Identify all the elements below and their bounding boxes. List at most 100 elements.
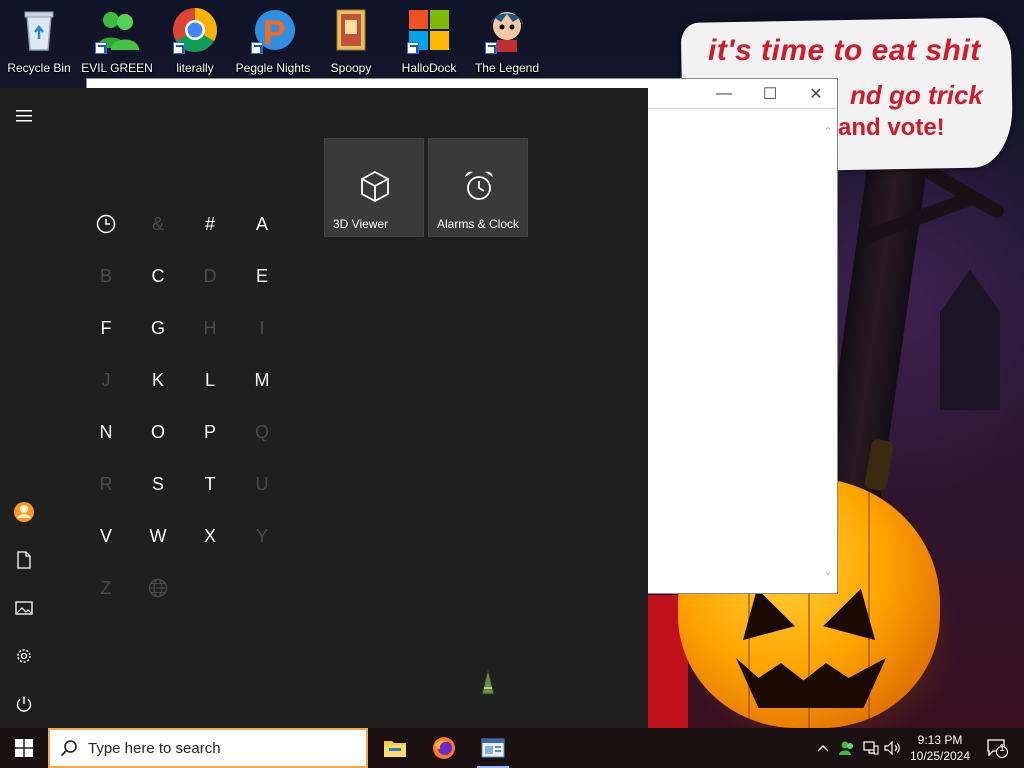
- speech-line-2: nd go trick: [850, 80, 983, 110]
- letter-x[interactable]: X: [184, 510, 236, 562]
- document-icon: [17, 551, 31, 569]
- chrome-icon: [171, 6, 219, 54]
- taskbar-firefox[interactable]: [420, 728, 468, 768]
- desktop-icon-label: The Legend: [474, 61, 540, 75]
- letter-c[interactable]: C: [132, 250, 184, 302]
- network-button[interactable]: [862, 738, 880, 758]
- shortcut-arrow-icon: [173, 42, 185, 54]
- letter-p[interactable]: P: [184, 406, 236, 458]
- letter-o[interactable]: O: [132, 406, 184, 458]
- letter-b: B: [99, 265, 112, 286]
- tile-label: Alarms & Clock: [437, 217, 520, 231]
- letter-j: J: [101, 369, 111, 390]
- letter-ampersand: &: [151, 213, 164, 234]
- desktop-icon-recycle-bin[interactable]: Recycle Bin: [0, 4, 78, 88]
- app-window-icon: [481, 738, 505, 758]
- desktop-icon-evil-green[interactable]: EVIL GREEN: [78, 4, 156, 88]
- speech-line-1: it's time to eat shit: [708, 34, 981, 67]
- letter-k[interactable]: K: [132, 354, 184, 406]
- search-placeholder: Type here to search: [88, 739, 221, 757]
- notification-count: 1: [999, 743, 1005, 754]
- letter-d: D: [203, 265, 217, 286]
- expand-menu-button[interactable]: [0, 92, 48, 140]
- tray-people-app[interactable]: [838, 738, 856, 758]
- desktop-icon-literally[interactable]: literally: [156, 4, 234, 88]
- show-hidden-icons-button[interactable]: [814, 738, 832, 758]
- desktop-icon-label: Peggle Nights: [235, 61, 311, 75]
- shortcut-arrow-icon: [251, 42, 263, 54]
- settings-button[interactable]: [0, 632, 48, 680]
- desktop-icon-hallodock[interactable]: HalloDock: [390, 4, 468, 88]
- pictures-button[interactable]: [0, 584, 48, 632]
- letter-v[interactable]: V: [80, 510, 132, 562]
- scroll-down-icon[interactable]: ⌄: [821, 565, 835, 579]
- letter-f[interactable]: F: [80, 302, 132, 354]
- wallpaper-house: [940, 270, 1000, 410]
- chevron-up-icon: [817, 745, 829, 752]
- start-menu: & # A B C D E F G H I J K L M N O P Q R S T U V W X Y Z 3D Viewer A…: [0, 88, 648, 728]
- letter-g[interactable]: G: [132, 302, 184, 354]
- clock-date: 10/25/2024: [909, 749, 971, 763]
- tile-label: 3D Viewer: [333, 217, 389, 231]
- desktop-icon-label: HalloDock: [401, 61, 457, 75]
- tile-3d-viewer[interactable]: 3D Viewer: [324, 138, 424, 237]
- letter-e[interactable]: E: [236, 250, 288, 302]
- power-icon: [16, 696, 32, 712]
- start-menu-rail: [0, 88, 48, 728]
- alarm-clock-icon: [465, 171, 493, 200]
- shortcut-arrow-icon: [95, 42, 107, 54]
- letter-t[interactable]: T: [184, 458, 236, 510]
- desktop-icons: Recycle Bin EVIL GREEN literally P Peggl…: [0, 0, 650, 88]
- documents-button[interactable]: [0, 536, 48, 584]
- taskbar-search-box[interactable]: Type here to search: [48, 728, 368, 768]
- letter-w[interactable]: W: [132, 510, 184, 562]
- hamburger-icon: [16, 110, 32, 122]
- letter-r: R: [99, 473, 113, 494]
- peggle-icon: P: [249, 6, 297, 54]
- desktop-icon-label: Spoopy: [330, 61, 372, 75]
- clock-icon: [96, 214, 116, 234]
- letter-recent-clock[interactable]: [80, 198, 132, 250]
- letter-i: I: [259, 317, 265, 338]
- people-icon: [93, 6, 141, 54]
- gear-icon: [17, 649, 31, 663]
- user-avatar-icon: [14, 502, 34, 522]
- firefox-icon: [433, 737, 455, 759]
- cube-icon: [361, 170, 389, 203]
- letter-u: U: [255, 473, 269, 494]
- desktop-icon-label: Recycle Bin: [7, 61, 71, 75]
- letter-n[interactable]: N: [80, 406, 132, 458]
- desktop-icon-spoopy[interactable]: Spoopy: [312, 4, 390, 88]
- close-button[interactable]: ✕: [793, 79, 839, 109]
- taskbar-clock[interactable]: 9:13 PM 10/25/2024: [900, 732, 980, 764]
- network-icon: [863, 741, 879, 755]
- letter-a[interactable]: A: [236, 198, 288, 250]
- action-center-button[interactable]: 1: [984, 738, 1010, 758]
- minimize-button[interactable]: —: [701, 79, 747, 109]
- letter-m[interactable]: M: [236, 354, 288, 406]
- user-account-button[interactable]: [0, 488, 48, 536]
- people-tray-icon: [839, 741, 853, 755]
- file-explorer-icon: [384, 741, 406, 757]
- letter-globe: [132, 562, 184, 614]
- letter-l[interactable]: L: [184, 354, 236, 406]
- taskbar-file-explorer[interactable]: [371, 728, 419, 768]
- maximize-button[interactable]: ☐: [747, 79, 793, 109]
- recycle-bin-icon: [15, 6, 63, 54]
- scroll-up-icon[interactable]: ⌃: [821, 125, 835, 139]
- tile-alarms-clock[interactable]: Alarms & Clock: [428, 138, 528, 237]
- desktop-icon-peggle-nights[interactable]: P Peggle Nights: [234, 4, 312, 88]
- start-button[interactable]: [0, 728, 48, 768]
- speech-line-3: and vote!: [838, 114, 945, 141]
- desktop-icon-the-legend[interactable]: The Legend: [468, 4, 546, 88]
- letter-s[interactable]: S: [132, 458, 184, 510]
- taskbar-app-window[interactable]: [469, 728, 517, 768]
- globe-icon: [148, 578, 168, 598]
- letter-hash[interactable]: #: [184, 198, 236, 250]
- busy-cursor-icon: [481, 669, 495, 695]
- windows-start-icon: [15, 739, 33, 757]
- desktop-icon-label: EVIL GREEN: [81, 61, 153, 75]
- letter-q: Q: [254, 421, 269, 442]
- power-button[interactable]: [0, 680, 48, 728]
- windows-logo-icon: [405, 6, 453, 54]
